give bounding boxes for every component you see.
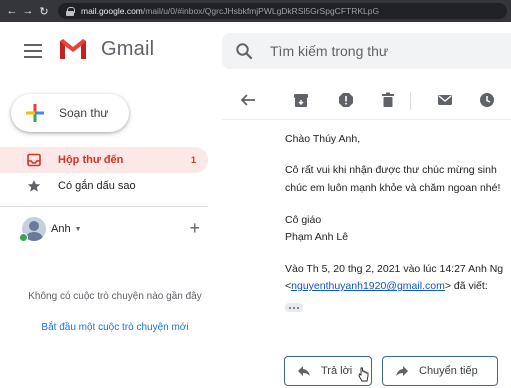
inbox-unread-count: 1 <box>190 155 196 165</box>
back-to-inbox-icon[interactable] <box>239 91 257 109</box>
email-greeting: Chào Thúy Anh, <box>285 133 361 145</box>
back-arrow-icon[interactable]: ← <box>4 0 20 22</box>
show-trimmed-content-button[interactable] <box>285 303 303 312</box>
forward-label: Chuyển tiếp <box>419 365 478 377</box>
hand-cursor-icon <box>358 367 369 382</box>
sidebar-item-label: Có gắn dấu sao <box>58 180 136 192</box>
quoted-sender: <nguyenthuyanh1920@gmail.com> đã viết: <box>285 280 488 292</box>
sidebar-item-starred[interactable]: Có gắn dấu sao <box>0 173 208 199</box>
email-body-line: chúc em luôn mạnh khỏe và chăm ngoan nhé… <box>285 182 501 194</box>
forward-button[interactable]: Chuyển tiếp <box>382 356 498 386</box>
sidebar-item-inbox[interactable]: Hộp thư đến 1 <box>0 147 208 173</box>
forward-arrow-icon[interactable]: → <box>20 0 36 22</box>
message-view: Chào Thúy Anh, Cô rất vui khi nhận được … <box>222 80 511 388</box>
address-bar[interactable]: mail.google.com /mail/u/0/#inbox/QgrcJHs… <box>58 3 507 19</box>
start-conversation-link[interactable]: Bắt đầu một cuộc trò chuyện mới <box>22 322 208 333</box>
gmail-logo-icon[interactable] <box>58 37 88 61</box>
compose-plus-icon <box>26 104 44 122</box>
archive-icon[interactable] <box>292 91 310 109</box>
sidebar-divider <box>0 206 208 207</box>
quoted-header: Vào Th 5, 20 thg 2, 2021 vào lúc 14:27 A… <box>285 263 504 275</box>
compose-button[interactable]: Soạn thư <box>11 94 129 132</box>
url-host: mail.google.com <box>81 6 143 16</box>
sidebar-item-label: Hộp thư đến <box>58 154 124 166</box>
message-toolbar <box>222 80 511 120</box>
compose-label: Soạn thư <box>59 106 109 120</box>
report-spam-icon[interactable] <box>337 91 355 109</box>
hangouts-user-row[interactable]: Anh ▼ + <box>22 216 208 242</box>
mark-unread-icon[interactable] <box>436 91 454 109</box>
main-menu-icon[interactable] <box>24 44 42 58</box>
gmail-brand-name: Gmail <box>101 38 155 60</box>
url-path: /mail/u/0/#inbox/QgrcJHsbkfmjPWLgDkRSl5G… <box>142 6 380 16</box>
email-signature: Phạm Anh Lê <box>285 231 349 243</box>
toolbar-divider <box>410 92 411 110</box>
search-bar[interactable]: Tìm kiếm trong thư <box>222 33 511 69</box>
sidebar: Soạn thư Hộp thư đến 1 Có gắn dấu sao An… <box>0 80 222 388</box>
snooze-clock-icon[interactable] <box>478 91 496 109</box>
star-icon <box>27 180 41 192</box>
lock-icon <box>66 6 75 16</box>
browser-toolbar: ← → ↻ mail.google.com /mail/u/0/#inbox/Q… <box>0 0 511 22</box>
search-input[interactable]: Tìm kiếm trong thư <box>270 43 388 59</box>
reply-label: Trả lời <box>321 365 353 377</box>
search-icon[interactable] <box>235 42 253 60</box>
sender-email-link[interactable]: nguyenthuyanh1920@gmail.com <box>291 280 445 292</box>
chevron-down-icon[interactable]: ▼ <box>75 226 82 233</box>
inbox-icon <box>27 153 41 167</box>
add-chat-icon[interactable]: + <box>189 219 200 237</box>
hangouts-user-name: Anh <box>51 223 71 235</box>
no-conversations-text: Không có cuộc trò chuyện nào gần đây <box>28 291 202 302</box>
quoted-sender-suffix: > đã viết: <box>444 280 488 292</box>
gmail-header: Gmail Tìm kiếm trong thư <box>0 22 511 80</box>
email-body-line: Cô rất vui khi nhận được thư chúc mừng s… <box>285 164 497 176</box>
email-signoff: Cô giáo <box>285 214 322 226</box>
forward-icon <box>396 366 408 376</box>
online-status-icon <box>19 233 28 242</box>
delete-icon[interactable] <box>379 91 397 109</box>
reply-icon <box>298 366 310 376</box>
reload-icon[interactable]: ↻ <box>36 0 52 22</box>
